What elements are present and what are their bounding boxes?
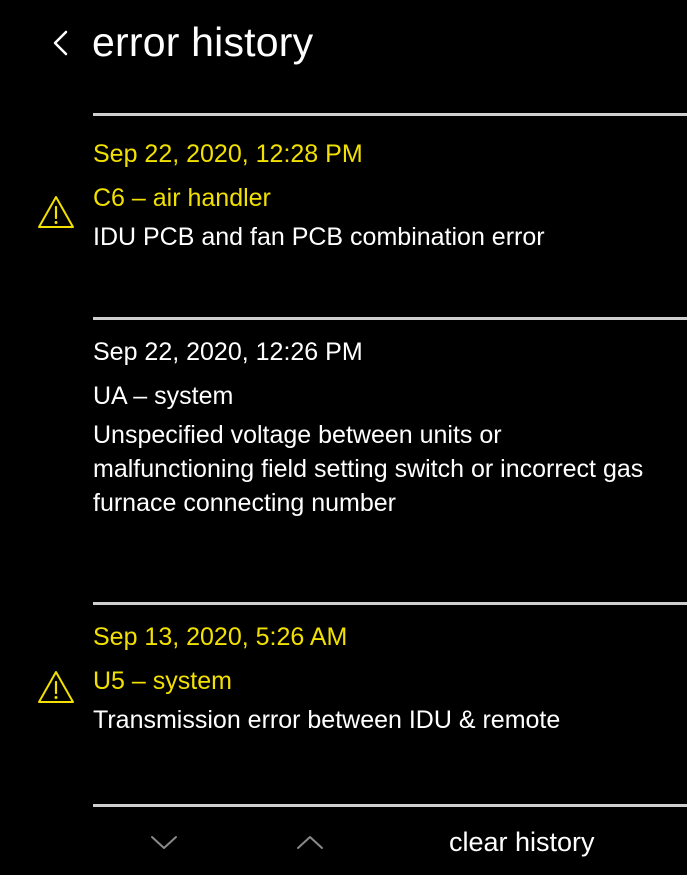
- error-code: UA – system: [93, 382, 234, 410]
- back-button[interactable]: [40, 18, 80, 68]
- error-entry-2[interactable]: Sep 22, 2020, 12:26 PM UA – system Unspe…: [0, 334, 687, 600]
- page-title: error history: [92, 19, 314, 65]
- error-entry-text: Sep 22, 2020, 12:28 PM C6 – air handler …: [93, 138, 647, 254]
- error-description: Transmission error between IDU & remote: [93, 706, 561, 734]
- warning-icon: [38, 196, 74, 228]
- error-description: Unspecified voltage between units or mal…: [93, 421, 644, 517]
- divider: [93, 113, 687, 116]
- error-code: U5 – system: [93, 667, 232, 695]
- error-entry-text: Sep 13, 2020, 5:26 AM U5 – system Transm…: [93, 621, 647, 737]
- divider: [93, 602, 687, 605]
- error-code: C6 – air handler: [93, 184, 271, 212]
- warning-icon: [38, 671, 74, 703]
- error-date: Sep 13, 2020, 5:26 AM: [93, 623, 348, 651]
- chevron-down-icon: [151, 836, 177, 849]
- footer-toolbar: clear history: [0, 810, 687, 875]
- error-entry-3[interactable]: Sep 13, 2020, 5:26 AM U5 – system Transm…: [0, 619, 687, 804]
- divider: [93, 317, 687, 320]
- error-date: Sep 22, 2020, 12:26 PM: [93, 338, 363, 366]
- error-date: Sep 22, 2020, 12:28 PM: [93, 140, 363, 168]
- scroll-down-button[interactable]: [144, 826, 184, 858]
- error-entry-text: Sep 22, 2020, 12:26 PM UA – system Unspe…: [93, 336, 647, 520]
- error-entry-1[interactable]: Sep 22, 2020, 12:28 PM C6 – air handler …: [0, 136, 687, 316]
- header: error history: [0, 0, 687, 90]
- scroll-up-button[interactable]: [290, 826, 330, 858]
- divider: [93, 804, 687, 807]
- error-history-screen: error history Sep 22, 2020, 12:28 PM C6 …: [0, 0, 687, 875]
- error-description: IDU PCB and fan PCB combination error: [93, 223, 545, 251]
- clear-history-button[interactable]: clear history: [449, 824, 595, 860]
- chevron-left-icon: [53, 30, 68, 56]
- chevron-up-icon: [297, 836, 323, 849]
